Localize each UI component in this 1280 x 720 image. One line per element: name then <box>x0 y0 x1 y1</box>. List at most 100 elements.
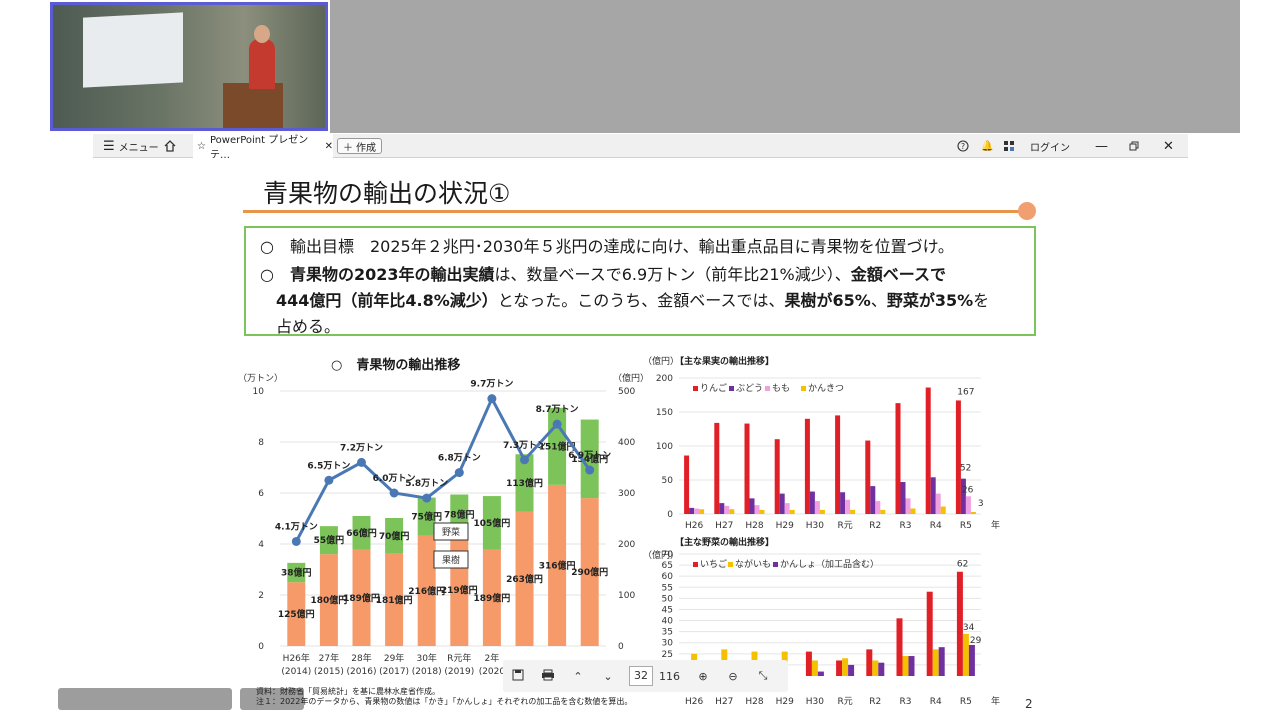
apps-grid-icon[interactable] <box>1003 134 1015 158</box>
fruit-annotation: 167 <box>957 387 974 397</box>
fruit-bar <box>930 477 936 514</box>
fruit-legend-swatch <box>693 386 698 391</box>
fruit-annotation: 26 <box>962 485 974 495</box>
viewer-toolbar: ☰ メニュー ☆ PowerPoint プレゼンテ… ✕ ＋ 作成 ? 🔔 ログ… <box>93 134 1188 161</box>
veg-legend-swatch <box>693 562 698 567</box>
fruit-bar <box>724 505 730 514</box>
x-tick-label: 2年 <box>485 652 500 664</box>
fruit-x-tick: R2 <box>869 521 881 531</box>
bullet-2-text-e: となった。このうち、金額ベースでは、 <box>497 291 785 310</box>
fruit-bar <box>774 439 780 514</box>
new-label: 作成 <box>356 142 376 154</box>
y-left-tick: 2 <box>258 591 264 601</box>
page-down-icon[interactable]: ⌄ <box>593 670 623 683</box>
fruit-chart-title: 【主な果実の輸出推移】 <box>675 355 774 367</box>
menu-button[interactable]: ☰ メニュー <box>103 134 159 158</box>
login-button[interactable]: ログイン <box>1030 134 1070 158</box>
page-number-input[interactable]: 32 <box>629 666 653 686</box>
bell-icon[interactable]: 🔔 <box>981 134 993 158</box>
fit-page-icon[interactable]: ⤡ <box>748 669 778 683</box>
camera-speaker-head <box>254 25 270 43</box>
tab-presentation[interactable]: ☆ PowerPoint プレゼンテ… ✕ <box>193 134 333 161</box>
veg-x-tick: R4 <box>930 697 942 707</box>
fruit-bar <box>970 511 976 514</box>
veg-bar <box>932 649 939 676</box>
fruit-bar <box>814 501 820 514</box>
veg-x-tick: R元 <box>837 697 852 707</box>
veg-legend-swatch <box>773 562 778 567</box>
veg-x-tick: H29 <box>776 697 794 707</box>
veg-bar <box>842 658 849 676</box>
tonnage-point <box>422 493 432 503</box>
main-chart-title-text: 青果物の輸出推移 <box>356 358 461 373</box>
veg-bar <box>866 649 873 676</box>
svg-text:?: ? <box>961 142 965 151</box>
bullet-2-text-g: 、 <box>870 291 887 310</box>
bullet-2-bold-c: 金額ベースで <box>850 265 946 284</box>
restore-icon[interactable] <box>1129 134 1139 158</box>
fruit-bar <box>689 507 695 514</box>
camera-video <box>50 2 328 131</box>
veg-y-tick: 30 <box>662 639 674 649</box>
x-tick-label: 29年 <box>384 652 404 664</box>
legend-fruit: 果樹 <box>442 554 460 566</box>
y-left-axis-label: （万トン） <box>238 373 283 384</box>
fruit-bar <box>940 506 946 514</box>
tonnage-point <box>487 394 497 404</box>
fruit-bar <box>809 491 815 514</box>
fruit-x-tick: R5 <box>960 521 972 531</box>
tonnage-label: 5.8万トン <box>405 478 448 489</box>
x-tick-sublabel: (2018) <box>412 667 442 677</box>
fruit-bar <box>789 509 795 514</box>
tonnage-label: 6.5万トン <box>307 460 350 471</box>
page-up-icon[interactable]: ⌃ <box>563 670 593 683</box>
veg-bar <box>872 660 879 676</box>
save-icon[interactable] <box>503 669 533 684</box>
y-right-tick: 400 <box>618 438 635 448</box>
print-icon[interactable] <box>533 669 563 684</box>
fruit-bar <box>835 415 841 514</box>
fruit-bar <box>784 503 790 514</box>
bottom-left-button[interactable] <box>58 688 232 710</box>
veg-y-tick: 25 <box>662 650 673 660</box>
fruit-bar <box>955 400 961 514</box>
tonnage-point <box>357 457 366 467</box>
home-button[interactable] <box>163 134 177 158</box>
fruit-bar <box>845 499 851 514</box>
close-tab-icon[interactable]: ✕ <box>325 141 333 152</box>
veg-bar <box>926 591 933 676</box>
fruit-bar <box>960 478 966 514</box>
tonnage-label: 6.8万トン <box>438 453 481 464</box>
close-window-icon[interactable]: ✕ <box>1163 134 1174 158</box>
tonnage-label: 6.9万トン <box>568 450 611 461</box>
veg-bar <box>878 662 885 676</box>
help-icon[interactable]: ? <box>957 134 969 158</box>
bullet-2-bold-h: 野菜が35% <box>886 291 974 310</box>
bullet-2-bold-d: 444億円（前年比4.8%減少） <box>276 291 498 310</box>
zoom-in-icon[interactable]: ⊕ <box>688 670 718 683</box>
veg-bar <box>836 660 843 676</box>
x-tick-label: 28年 <box>351 652 371 664</box>
veg-y-tick: 70 <box>662 550 674 560</box>
veg-legend-label: いちご <box>700 558 727 570</box>
fruit-bar <box>759 509 765 514</box>
fruit-bar <box>925 387 931 514</box>
x-tick-sublabel: (2014) <box>281 667 311 677</box>
bullet-circle-icon: ○ <box>260 237 274 256</box>
bullet-circle-icon: ○ <box>260 265 274 284</box>
veg-bar <box>848 664 855 676</box>
new-button[interactable]: ＋ 作成 <box>337 138 382 154</box>
tonnage-label: 4.1万トン <box>275 521 318 532</box>
veg-x-tick: H30 <box>806 697 824 707</box>
veg-y-tick: 55 <box>662 583 673 593</box>
y-right-tick: 100 <box>618 591 635 601</box>
fruit-x-unit: 年 <box>991 519 1000 531</box>
veg-bar <box>968 644 975 676</box>
veg-x-tick: H26 <box>685 697 703 707</box>
veg-x-tick: R5 <box>960 697 972 707</box>
bar-label-fruit: 125億円 <box>278 608 315 620</box>
minimize-icon[interactable]: — <box>1095 134 1108 158</box>
tonnage-point <box>454 468 464 478</box>
zoom-out-icon[interactable]: ⊖ <box>718 670 748 683</box>
fruit-y-tick: 50 <box>662 476 674 486</box>
